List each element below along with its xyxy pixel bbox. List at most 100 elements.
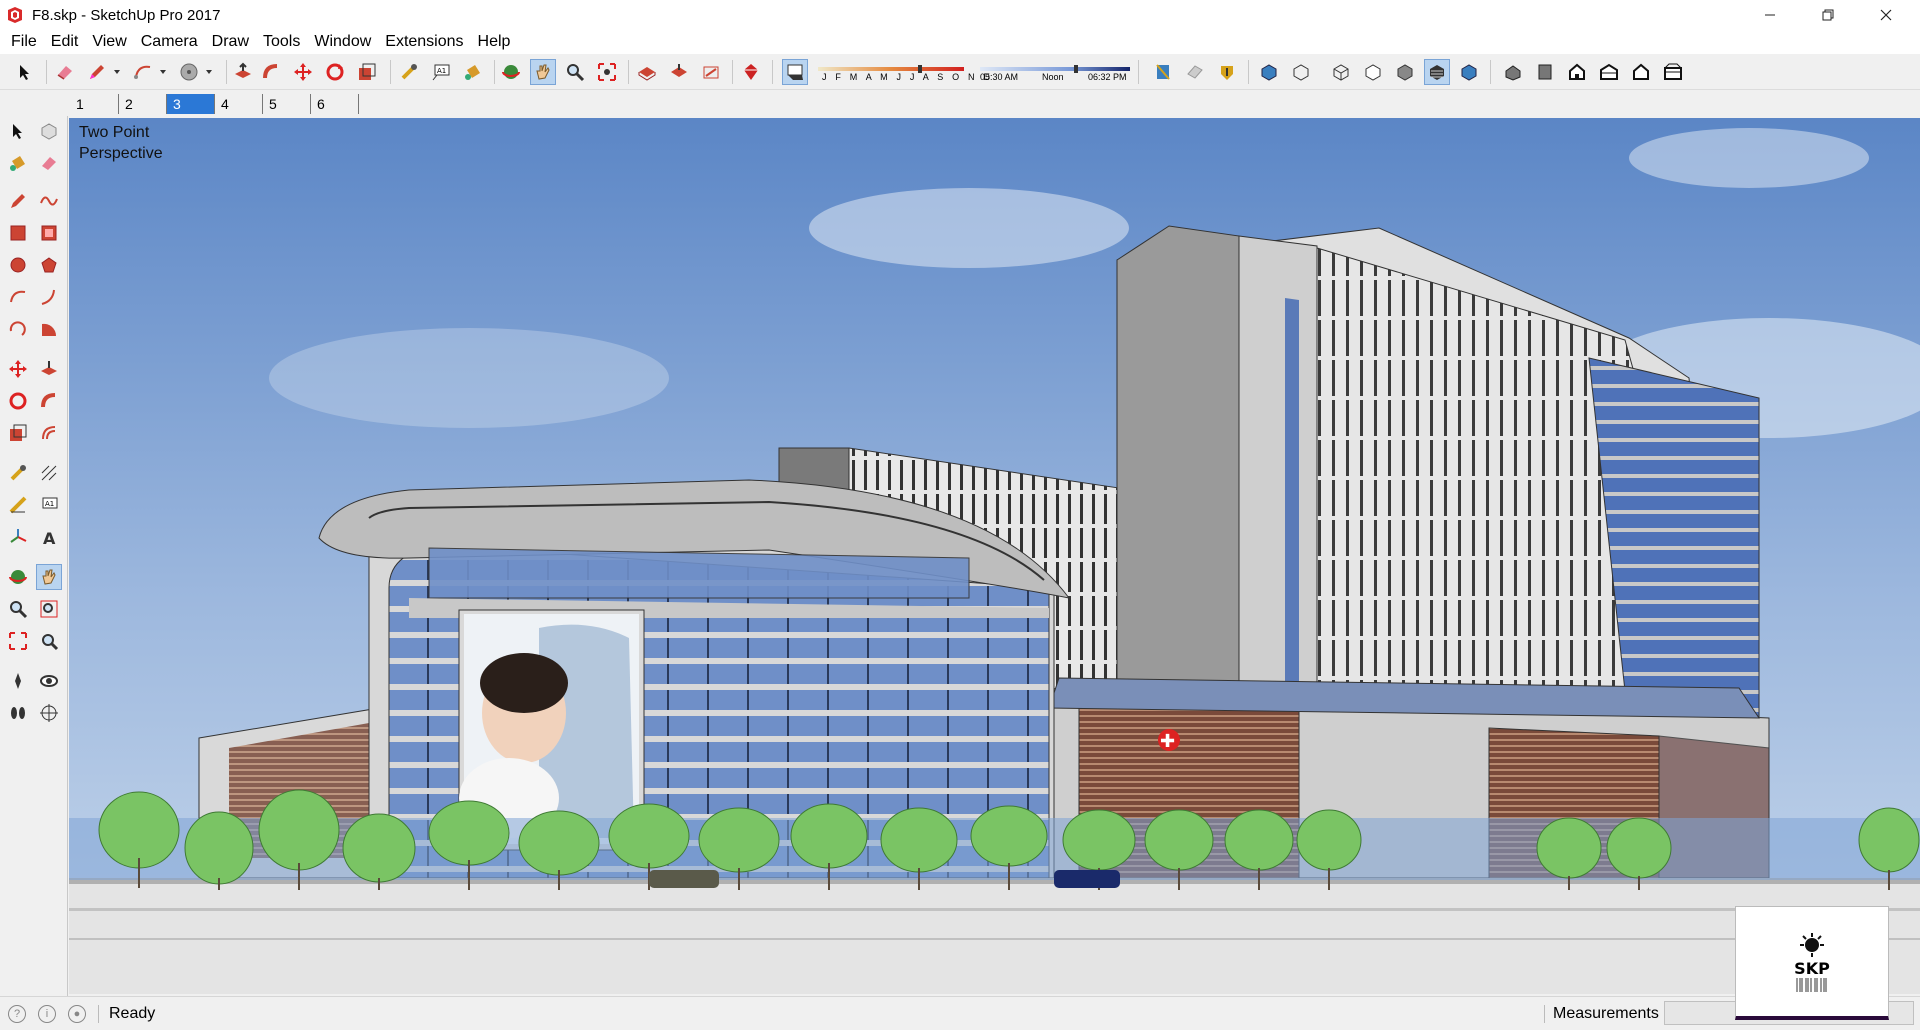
warehouse-icon[interactable] (634, 59, 660, 85)
zoom-window-tool-icon[interactable] (36, 596, 62, 622)
line-dropdown-icon[interactable] (104, 59, 130, 85)
menu-window[interactable]: Window (307, 33, 378, 51)
rectangle-tool-icon[interactable] (5, 220, 31, 246)
back-edges-style-icon[interactable] (1288, 59, 1314, 85)
scene-tabs: 1 2 3 4 5 6 (0, 90, 1920, 116)
hidden-line-style-icon[interactable] (1360, 59, 1386, 85)
menu-help[interactable]: Help (471, 33, 518, 51)
follow-me-tool-icon[interactable] (258, 59, 284, 85)
right-view-icon[interactable] (1596, 59, 1622, 85)
menu-draw[interactable]: Draw (205, 33, 256, 51)
arc-tool-icon[interactable] (5, 284, 31, 310)
scene-tab-5[interactable]: 5 (262, 94, 310, 114)
previous-view-icon[interactable] (36, 628, 62, 654)
top-view-icon[interactable] (1532, 59, 1558, 85)
text-tool-icon[interactable]: A1 (428, 59, 454, 85)
tape-measure-tool-icon[interactable] (396, 59, 422, 85)
left-view-icon[interactable] (1660, 59, 1686, 85)
user-account-icon[interactable]: ● (68, 1004, 86, 1023)
axes-tool-icon[interactable] (5, 524, 31, 550)
look-around-tool-icon[interactable] (36, 668, 62, 694)
pan-tool-icon[interactable] (36, 564, 62, 590)
rotated-rectangle-tool-icon[interactable] (36, 220, 62, 246)
menu-tools[interactable]: Tools (256, 33, 307, 51)
shapes-dropdown-icon[interactable] (196, 59, 222, 85)
zoom-tool-icon[interactable] (5, 596, 31, 622)
select-tool-icon[interactable] (5, 118, 31, 144)
move-tool-icon[interactable] (5, 356, 31, 382)
zoom-tool-icon[interactable] (562, 59, 588, 85)
model-viewport[interactable]: Two Point Perspective ✚ (69, 118, 1920, 994)
display-section-plane-icon[interactable] (1182, 59, 1208, 85)
rotate-tool-icon[interactable] (322, 59, 348, 85)
back-view-icon[interactable] (1628, 59, 1654, 85)
restore-icon[interactable] (1800, 0, 1856, 30)
arc-dropdown-icon[interactable] (150, 59, 176, 85)
scene-tab-1[interactable]: 1 (70, 94, 118, 114)
iso-view-icon[interactable] (1500, 59, 1526, 85)
menu-file[interactable]: File (4, 33, 44, 51)
orbit-tool-icon[interactable] (498, 59, 524, 85)
credits-icon[interactable]: i (38, 1004, 56, 1023)
rotate-tool-icon[interactable] (5, 388, 31, 414)
section-plane-tool-icon[interactable] (36, 700, 62, 726)
orbit-tool-icon[interactable] (5, 564, 31, 590)
two-point-arc-tool-icon[interactable] (36, 284, 62, 310)
scene-tab-6[interactable]: 6 (310, 94, 358, 114)
pan-tool-icon[interactable] (530, 59, 556, 85)
offset-tool-icon[interactable] (36, 420, 62, 446)
protractor-tool-icon[interactable] (5, 492, 31, 518)
polygon-tool-icon[interactable] (36, 252, 62, 278)
scene-tab-2[interactable]: 2 (118, 94, 166, 114)
tape-measure-tool-icon[interactable] (5, 460, 31, 486)
extension-warehouse-icon[interactable] (738, 59, 764, 85)
share-model-icon[interactable] (666, 59, 692, 85)
shaded-style-icon[interactable] (1392, 59, 1418, 85)
menu-camera[interactable]: Camera (134, 33, 205, 51)
svg-text:A1: A1 (45, 500, 54, 508)
xray-style-icon[interactable] (1256, 59, 1282, 85)
shadow-toggle-icon[interactable] (782, 59, 808, 85)
push-pull-tool-icon[interactable] (230, 59, 256, 85)
menu-edit[interactable]: Edit (44, 33, 86, 51)
paint-bucket-tool-icon[interactable] (460, 59, 486, 85)
text-tool-icon[interactable]: A1 (36, 492, 62, 518)
scale-tool-icon[interactable] (354, 59, 380, 85)
geo-location-icon[interactable]: ? (8, 1004, 26, 1023)
paint-bucket-tool-icon[interactable] (5, 150, 31, 176)
zoom-extents-tool-icon[interactable] (594, 59, 620, 85)
menu-extensions[interactable]: Extensions (378, 33, 470, 51)
menu-view[interactable]: View (85, 33, 133, 51)
scene-tab-4[interactable]: 4 (214, 94, 262, 114)
front-view-icon[interactable] (1564, 59, 1590, 85)
section-plane-icon[interactable] (1150, 59, 1176, 85)
three-point-arc-tool-icon[interactable] (5, 316, 31, 342)
circle-tool-icon[interactable] (5, 252, 31, 278)
line-tool-icon[interactable] (5, 188, 31, 214)
pie-tool-icon[interactable] (36, 316, 62, 342)
eraser-tool-icon[interactable] (36, 150, 62, 176)
dimension-tool-icon[interactable] (36, 460, 62, 486)
scale-tool-icon[interactable] (5, 420, 31, 446)
minimize-icon[interactable] (1742, 0, 1798, 30)
main-toolbar: A1 J F M A M J J A S O N D 05:30 AM Noon… (0, 54, 1920, 90)
shaded-textures-style-icon[interactable] (1424, 59, 1450, 85)
move-tool-icon[interactable] (290, 59, 316, 85)
scene-tab-3[interactable]: 3 (166, 94, 214, 114)
hospital-model-render: ✚ (69, 118, 1920, 994)
monochrome-style-icon[interactable] (1456, 59, 1482, 85)
follow-me-tool-icon[interactable] (36, 388, 62, 414)
make-component-icon[interactable] (36, 118, 62, 144)
close-icon[interactable] (1858, 0, 1914, 30)
position-camera-tool-icon[interactable] (5, 668, 31, 694)
eraser-tool-icon[interactable] (52, 59, 78, 85)
3d-text-tool-icon[interactable]: A (36, 524, 62, 550)
wireframe-style-icon[interactable] (1328, 59, 1354, 85)
walk-tool-icon[interactable] (5, 700, 31, 726)
freehand-tool-icon[interactable] (36, 188, 62, 214)
push-pull-tool-icon[interactable] (36, 356, 62, 382)
zoom-extents-tool-icon[interactable] (5, 628, 31, 654)
share-component-icon[interactable] (698, 59, 724, 85)
display-section-cut-icon[interactable] (1214, 59, 1240, 85)
select-tool-icon[interactable] (12, 59, 38, 85)
